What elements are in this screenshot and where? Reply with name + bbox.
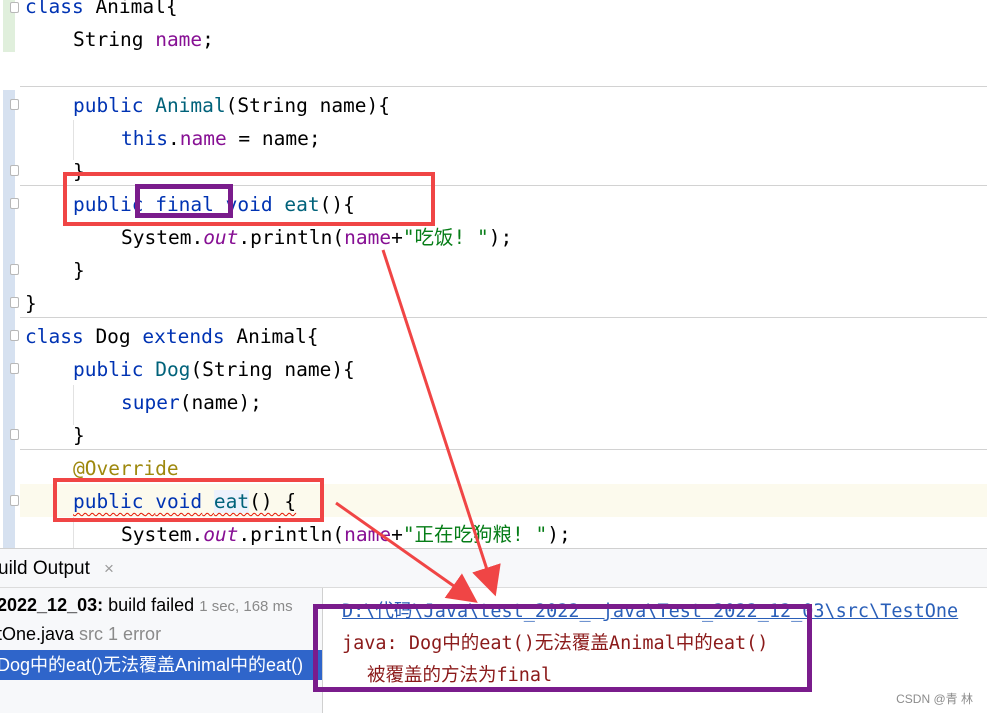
- method-separator: [20, 449, 987, 450]
- watermark: CSDN @青 林: [896, 692, 973, 706]
- tree-item-file[interactable]: tOne.java src 1 error: [0, 620, 161, 648]
- fold-icon[interactable]: [10, 198, 19, 209]
- fold-icon[interactable]: [10, 99, 19, 110]
- code-line-2: String name;: [73, 28, 214, 51]
- tab-build-output[interactable]: uild Output: [0, 558, 90, 580]
- fold-icon[interactable]: [10, 330, 19, 341]
- purple-annotation-box: [313, 604, 812, 692]
- fold-icon[interactable]: [10, 165, 19, 176]
- code-line-13: super(name);: [121, 391, 262, 414]
- code-line-5: this.name = name;: [121, 127, 321, 150]
- change-marker-modified: [3, 90, 15, 548]
- red-annotation-box: [53, 478, 324, 522]
- fold-icon[interactable]: [10, 429, 19, 440]
- code-line-9: }: [73, 259, 85, 282]
- build-tree: 2022_12_03: build failed 1 sec, 168 ms t…: [0, 588, 322, 713]
- red-annotation-box: [63, 172, 435, 226]
- method-separator: [20, 317, 987, 318]
- tree-item-error[interactable]: Dog中的eat()无法覆盖Animal中的eat(): [0, 650, 322, 680]
- code-line-4: public Animal(String name){: [73, 94, 391, 117]
- tree-item-build-result[interactable]: 2022_12_03: build failed 1 sec, 168 ms: [0, 591, 293, 619]
- fold-icon[interactable]: [10, 264, 19, 275]
- code-line-10: }: [25, 292, 37, 315]
- fold-icon[interactable]: [10, 363, 19, 374]
- build-tab-bar: uild Output ×: [0, 549, 987, 588]
- fold-icon[interactable]: [10, 495, 19, 506]
- error-summary: Dog中的eat()无法覆盖Animal中的eat(): [0, 655, 304, 675]
- code-line-1: class Animal{: [25, 0, 178, 18]
- editor-gutter: [0, 0, 20, 548]
- code-line-17: System.out.println(name+"正在吃狗粮! ");: [121, 523, 571, 546]
- close-icon[interactable]: ×: [104, 559, 114, 579]
- fold-icon[interactable]: [10, 297, 19, 308]
- fold-icon[interactable]: [10, 2, 19, 13]
- code-editor[interactable]: class Animal{ String name; public Animal…: [0, 0, 987, 548]
- code-line-11: class Dog extends Animal{: [25, 325, 319, 348]
- purple-annotation-box: [135, 184, 233, 218]
- method-separator: [20, 86, 987, 87]
- code-line-12: public Dog(String name){: [73, 358, 355, 381]
- code-line-14: }: [73, 424, 85, 447]
